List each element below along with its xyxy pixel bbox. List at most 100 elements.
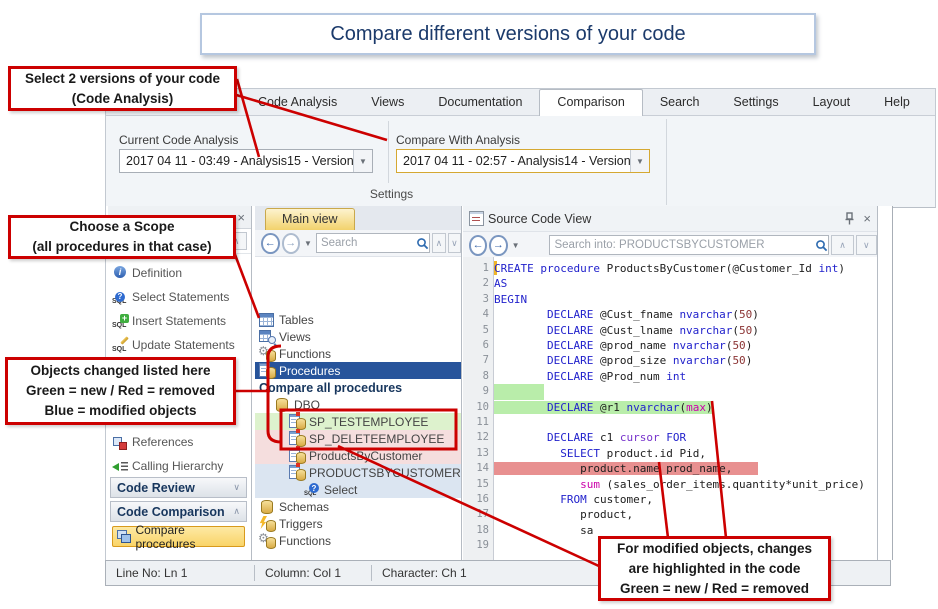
code-line-17: product,	[494, 507, 877, 522]
line-number: 14	[463, 461, 489, 476]
callout-line: Green = new / Red = removed	[26, 381, 215, 401]
tree-item-tables[interactable]: Tables	[255, 311, 461, 328]
view-icon	[259, 329, 276, 344]
search-prev-icon[interactable]: ∧	[831, 235, 853, 255]
callout-modified-objects: For modified objects, changesare highlig…	[598, 536, 831, 601]
tab-search[interactable]: Search	[643, 90, 717, 115]
search-next-icon[interactable]: ∨	[448, 233, 461, 253]
callout-line: For modified objects, changes	[617, 539, 812, 559]
line-number: 7	[463, 353, 489, 368]
tree-item-label: Compare all procedures	[259, 381, 402, 395]
tab-comparison[interactable]: Comparison	[539, 89, 642, 116]
close-icon[interactable]: ×	[237, 210, 245, 225]
current-analysis-combo[interactable]: 2017 04 11 - 03:49 - Analysis15 - Versio…	[119, 149, 373, 173]
tree-item-sp-deleteemployee[interactable]: SP_DELETEEMPLOYEE	[255, 430, 461, 447]
search-prev-icon[interactable]: ∧	[432, 233, 446, 253]
code-search[interactable]	[549, 235, 829, 255]
main-view-tabstrip: Main view	[255, 206, 461, 230]
line-number: 6	[463, 338, 489, 353]
current-analysis-label: Current Code Analysis	[119, 133, 238, 147]
tree-item-label: Views	[279, 330, 311, 344]
tree-item-productsbycustomer[interactable]: ProductsByCustomer	[255, 447, 461, 464]
search-next-icon[interactable]: ∨	[856, 235, 877, 255]
tree-item-sp-testemployee[interactable]: SP_TESTEMPLOYEE	[255, 413, 461, 430]
line-number: 5	[463, 323, 489, 338]
chevron-down-icon[interactable]: ▼	[353, 150, 372, 172]
function-icon: ⚙	[259, 533, 276, 548]
back-icon[interactable]: ←	[469, 235, 487, 256]
sidebar-item-update-statements[interactable]: SQLUpdate Statements	[112, 335, 247, 355]
tree-item-views[interactable]: Views	[255, 328, 461, 345]
tree-item-label: DBO	[294, 398, 320, 412]
sidebar-item-label: Insert Statements	[132, 314, 226, 328]
tree-item-schemas[interactable]: Schemas	[255, 498, 461, 515]
tree-item-productsbycustomer[interactable]: PRODUCTSBYCUSTOMER	[255, 464, 461, 481]
tab-layout[interactable]: Layout	[796, 90, 868, 115]
close-icon[interactable]: ×	[863, 212, 871, 225]
forward-icon[interactable]: →	[489, 235, 507, 256]
section-code-review[interactable]: Code Review ∨	[110, 477, 247, 498]
tab-views[interactable]: Views	[354, 90, 421, 115]
chevron-down-icon[interactable]: ▼	[304, 239, 312, 248]
sidebar-item-insert-statements[interactable]: SQL+Insert Statements	[112, 311, 247, 331]
tree-item-select[interactable]: SQL?Select	[255, 481, 461, 498]
sidebar-item-label: Update Statements	[132, 338, 235, 352]
chevron-down-icon[interactable]: ▼	[512, 241, 520, 250]
removed-highlight: product.name prod_name,	[494, 462, 758, 475]
line-number: 18	[463, 523, 489, 538]
compare-icon	[117, 530, 131, 543]
tree-item-label: Schemas	[279, 500, 329, 514]
code-line-6: DECLARE @prod_name nvarchar(50)	[494, 338, 877, 353]
tab-code-analysis[interactable]: Code Analysis	[241, 90, 354, 115]
sql-pencil-icon: SQL	[112, 338, 129, 353]
tree-item-triggers[interactable]: Triggers	[255, 515, 461, 532]
code-search-input[interactable]	[550, 239, 815, 251]
code-line-4: DECLARE @Cust_fname nvarchar(50)	[494, 307, 877, 322]
banner-title: Compare different versions of your code	[330, 23, 685, 46]
forward-icon[interactable]: →	[282, 233, 301, 254]
tab-documentation[interactable]: Documentation	[421, 90, 539, 115]
new-highlight: DECLARE @r1 nvarchar(max)	[494, 401, 713, 414]
callout-select-versions: Select 2 versions of your code(Code Anal…	[8, 66, 237, 111]
code-line-2: AS	[494, 276, 877, 291]
compare-procedures-button[interactable]: Compare procedures	[112, 526, 245, 547]
tree-item-functions[interactable]: ⚙Functions	[255, 532, 461, 549]
tree-item-label: Select	[324, 483, 357, 497]
compare-procedures-label: Compare procedures	[135, 523, 244, 551]
table-icon	[259, 312, 276, 327]
source-view-title: Source Code View	[488, 212, 836, 226]
sidebar-item-label: Definition	[132, 266, 182, 280]
callout-line: (Code Analysis)	[72, 89, 174, 109]
tab-main-view[interactable]: Main view	[265, 208, 355, 230]
tree-search[interactable]	[316, 233, 430, 253]
compare-analysis-combo[interactable]: 2017 04 11 - 02:57 - Analysis14 - Versio…	[396, 149, 650, 173]
tree-item-dbo[interactable]: DBO	[255, 396, 461, 413]
sidebar-item-references[interactable]: References	[112, 432, 247, 452]
line-number: 15	[463, 477, 489, 492]
function-icon: ⚙	[259, 346, 276, 361]
tree-item-functions[interactable]: ⚙Functions	[255, 345, 461, 362]
code-editor[interactable]: 1CREATE procedure ProductsByCustomer(@Cu…	[463, 257, 877, 560]
chevron-down-icon[interactable]: ▼	[630, 150, 649, 172]
sidebar-item-calling-hierarchy[interactable]: Calling Hierarchy	[112, 456, 247, 476]
callout-line: Select 2 versions of your code	[25, 69, 220, 89]
section-label: Code Review	[117, 481, 195, 495]
tree-item-compare-all-procedures[interactable]: Compare all procedures	[255, 379, 461, 396]
compare-analysis-label: Compare With Analysis	[396, 133, 520, 147]
sidebar-item-select-statements[interactable]: SQL?Select Statements	[112, 287, 247, 307]
current-analysis-value: 2017 04 11 - 03:49 - Analysis15 - Versio…	[120, 154, 353, 168]
tab-help[interactable]: Help	[867, 90, 927, 115]
sidebar-item-definition[interactable]: iDefinition	[112, 263, 247, 283]
pin-icon[interactable]	[844, 212, 855, 225]
code-line-15: sum (sales_order_items.quantity*unit_pri…	[494, 477, 877, 492]
tree-search-input[interactable]	[317, 237, 416, 249]
tree-item-procedures[interactable]: Procedures	[255, 362, 461, 379]
back-icon[interactable]: ←	[261, 233, 280, 254]
new-highlight	[494, 384, 544, 399]
section-code-comparison[interactable]: Code Comparison ∧	[110, 501, 247, 522]
tab-settings[interactable]: Settings	[716, 90, 795, 115]
callout-line: are highlighted in the code	[629, 559, 801, 579]
line-number: 2	[463, 276, 489, 291]
line-number: 9	[463, 384, 489, 399]
tree-item-label: ProductsByCustomer	[309, 449, 422, 463]
